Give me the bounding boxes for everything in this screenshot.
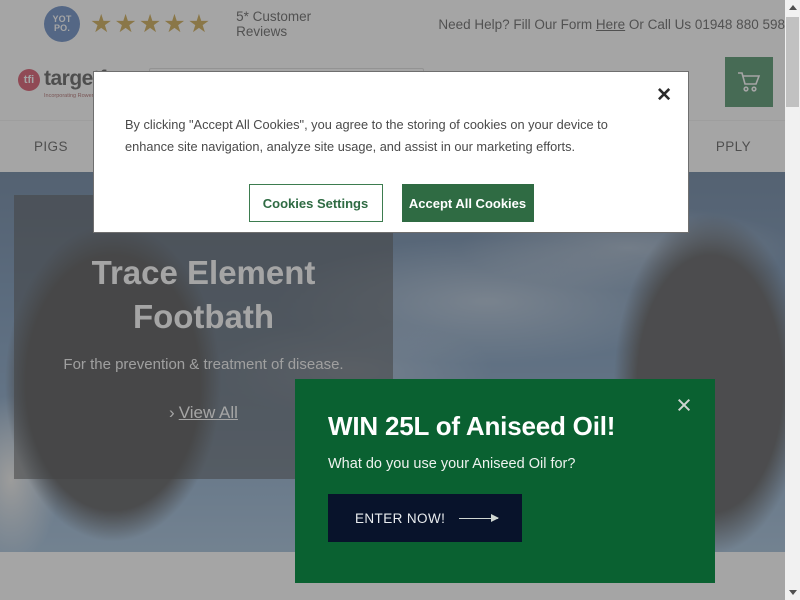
arrow-right-icon <box>459 513 499 522</box>
enter-now-label: ENTER NOW! <box>355 510 446 526</box>
promo-close-icon[interactable]: × <box>670 391 698 419</box>
scroll-up-arrow-icon[interactable] <box>785 0 800 15</box>
vertical-scrollbar[interactable] <box>785 0 800 600</box>
promo-subtitle: What do you use your Aniseed Oil for? <box>328 456 576 472</box>
cookie-message: By clicking "Accept All Cookies", you ag… <box>125 117 608 154</box>
accept-all-cookies-button[interactable]: Accept All Cookies <box>401 184 534 222</box>
enter-now-button[interactable]: ENTER NOW! <box>328 494 522 542</box>
promo-popup: × WIN 25L of Aniseed Oil! What do you us… <box>295 379 715 583</box>
browser-viewport: YOT PO. ★ ★ ★ ★ ★ 5* Customer Reviews Ne… <box>0 0 800 600</box>
cookie-consent-dialog: ✕ By clicking "Accept All Cookies", you … <box>93 71 689 233</box>
promo-title: WIN 25L of Aniseed Oil! <box>328 411 616 441</box>
cookies-settings-button[interactable]: Cookies Settings <box>248 184 383 222</box>
cookie-close-icon[interactable]: ✕ <box>656 86 672 105</box>
scroll-down-arrow-icon[interactable] <box>785 585 800 600</box>
cookie-actions: Cookies Settings Accept All Cookies <box>94 184 688 222</box>
scrollbar-thumb[interactable] <box>786 17 799 107</box>
